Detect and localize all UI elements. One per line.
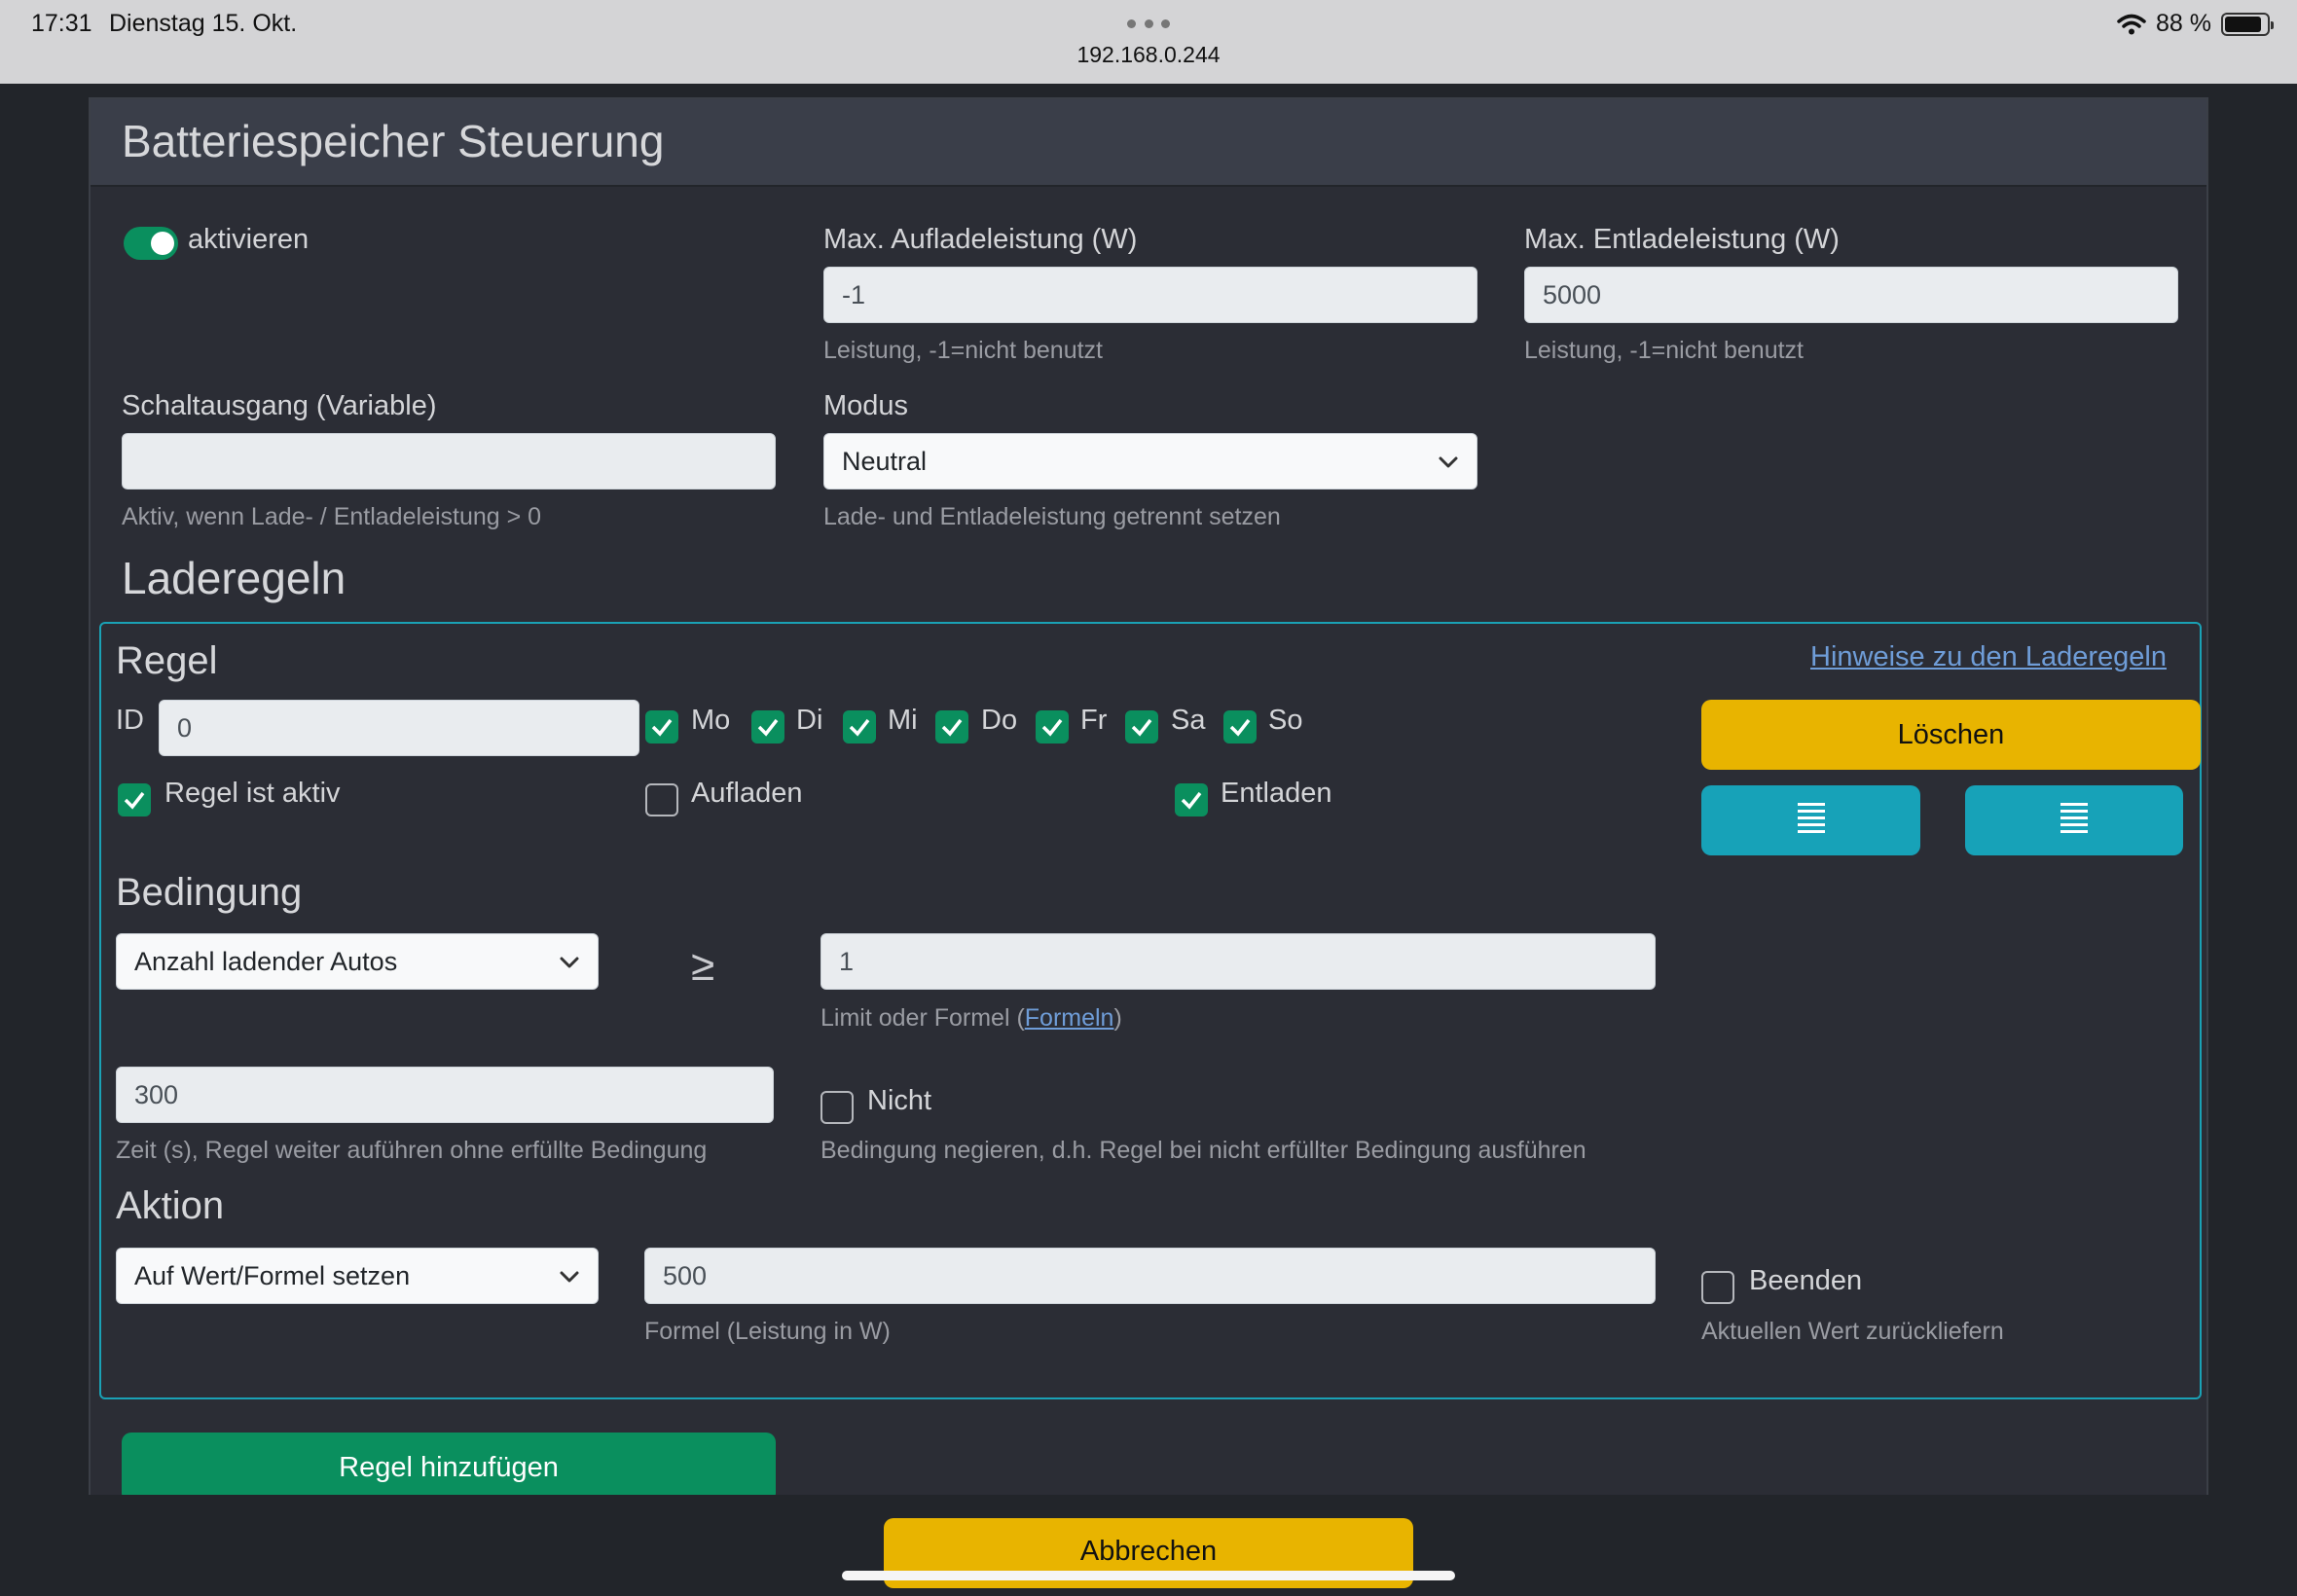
mode-label: Modus [823,390,909,421]
switch-output-label: Schaltausgang (Variable) [122,390,437,421]
card-header: Batteriespeicher Steuerung [91,99,2206,187]
charge-label: Aufladen [691,778,803,809]
operator-symbol[interactable]: ≥ [691,942,714,991]
page-title: Batteriespeicher Steuerung [122,116,665,166]
chevron-down-icon [1439,456,1458,468]
id-input[interactable]: 0 [159,700,639,756]
address-url[interactable]: 192.168.0.244 [0,42,2297,68]
day-di-label: Di [796,705,823,736]
action-select-value: Auf Wert/Formel setzen [134,1261,411,1290]
rule-title: Regel [116,639,218,682]
limit-help-suffix: ) [1113,1004,1122,1032]
end-label: Beenden [1749,1265,1863,1296]
limit-input[interactable]: 1 [820,933,1656,990]
end-help: Aktuellen Wert zurückliefern [1701,1318,2004,1345]
wifi-icon [2117,14,2146,34]
battery-control-card: Batteriespeicher Steuerung aktivieren Ma… [89,97,2208,1495]
id-label: ID [116,705,144,736]
activate-label: aktivieren [188,224,310,255]
formulas-link[interactable]: Formeln [1025,1004,1114,1032]
rule-active-checkbox[interactable] [118,783,151,816]
max-discharge-input[interactable]: 5000 [1524,267,2178,323]
limit-help: Limit oder Formel (Formeln) [820,1004,1122,1033]
action-title: Aktion [116,1184,225,1227]
mode-select[interactable]: Neutral [823,433,1477,490]
more-dots-icon[interactable] [1127,19,1170,29]
delete-button[interactable]: Löschen [1701,700,2201,770]
max-discharge-help: Leistung, -1=nicht benutzt [1524,337,1804,364]
list-icon [1797,803,1825,833]
day-do-checkbox[interactable] [935,710,968,744]
condition-select-value: Anzahl ladender Autos [134,947,398,976]
status-bar: 17:31 Dienstag 15. Okt. 192.168.0.244 88… [0,0,2297,84]
day-mi-checkbox[interactable] [843,710,876,744]
charge-checkbox[interactable] [645,783,678,816]
discharge-checkbox[interactable] [1175,783,1208,816]
status-date: Dienstag 15. Okt. [109,10,298,37]
move-down-button[interactable] [1965,785,2183,855]
time-input[interactable]: 300 [116,1067,774,1123]
day-di-checkbox[interactable] [751,710,784,744]
add-rule-button[interactable]: Regel hinzufügen [122,1433,776,1495]
day-so-checkbox[interactable] [1223,710,1257,744]
day-fr-label: Fr [1080,705,1108,736]
not-checkbox[interactable] [820,1091,854,1124]
limit-help-text: Limit oder Formel ( [820,1004,1025,1032]
max-charge-label: Max. Aufladeleistung (W) [823,224,1138,255]
rule-hints-link[interactable]: Hinweise zu den Laderegeln [1810,641,2167,673]
rules-title: Laderegeln [122,553,346,603]
action-select[interactable]: Auf Wert/Formel setzen [116,1248,599,1304]
switch-output-help: Aktiv, wenn Lade- / Entladeleistung > 0 [122,503,542,530]
not-label: Nicht [867,1085,932,1116]
max-charge-help: Leistung, -1=nicht benutzt [823,337,1103,364]
time-help: Zeit (s), Regel weiter auführen ohne erf… [116,1137,708,1164]
battery-icon [2221,12,2274,36]
condition-title: Bedingung [116,871,303,914]
day-mo-checkbox[interactable] [645,710,678,744]
condition-select[interactable]: Anzahl ladender Autos [116,933,599,990]
day-mi-label: Mi [888,705,918,736]
formula-input[interactable]: 500 [644,1248,1656,1304]
max-charge-input[interactable]: -1 [823,267,1477,323]
day-fr-checkbox[interactable] [1036,710,1069,744]
home-indicator[interactable] [842,1571,1455,1580]
formula-help: Formel (Leistung in W) [644,1318,891,1345]
mode-select-value: Neutral [842,447,928,476]
day-do-label: Do [981,705,1018,736]
day-so-label: So [1268,705,1303,736]
switch-output-input[interactable] [122,433,776,490]
day-mo-label: Mo [691,705,731,736]
end-checkbox[interactable] [1701,1271,1734,1304]
day-sa-label: Sa [1171,705,1206,736]
battery-percent: 88 % [2156,10,2211,37]
day-sa-checkbox[interactable] [1125,710,1158,744]
max-discharge-label: Max. Entladeleistung (W) [1524,224,1840,255]
mode-help: Lade- und Entladeleistung getrennt setze… [823,503,1281,530]
chevron-down-icon [560,957,579,968]
rule-active-label: Regel ist aktiv [164,778,341,809]
discharge-label: Entladen [1221,778,1332,809]
status-time: 17:31 [31,10,92,37]
status-right: 88 % [2117,10,2274,38]
list-icon [2060,803,2088,833]
move-up-button[interactable] [1701,785,1920,855]
activate-toggle[interactable] [124,227,178,260]
chevron-down-icon [560,1271,579,1283]
not-help: Bedingung negieren, d.h. Regel bei nicht… [820,1137,1586,1164]
